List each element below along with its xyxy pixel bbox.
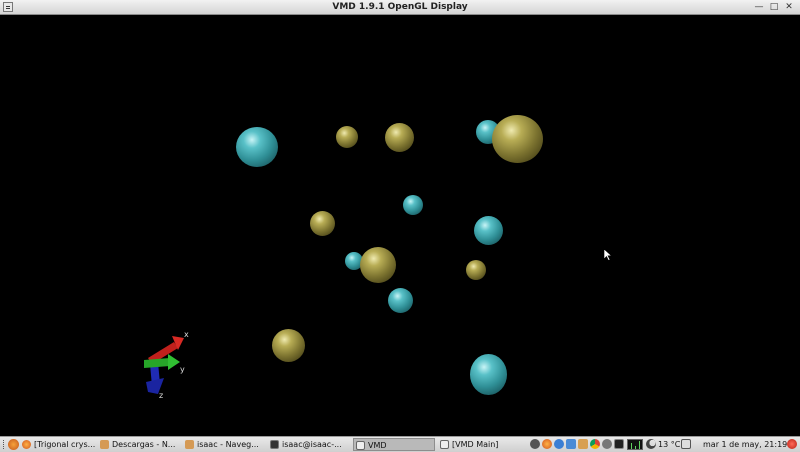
atom-sphere [336, 126, 358, 148]
network-icon[interactable] [566, 439, 576, 449]
minimize-button[interactable]: — [752, 0, 766, 14]
start-menu-icon[interactable] [8, 439, 19, 450]
window-icon [440, 440, 449, 449]
firefox-icon [22, 440, 31, 449]
x-axis-label: x [184, 330, 189, 339]
window-icon [356, 441, 365, 450]
browser-launcher-icon[interactable] [554, 439, 564, 449]
display-icon[interactable] [681, 439, 691, 449]
atom-sphere [388, 288, 413, 313]
task-label: [Trigonal crys... [34, 440, 96, 449]
task-label: isaac@isaac-... [282, 440, 342, 449]
task-button[interactable]: [VMD Main] [438, 438, 522, 451]
task-label: isaac - Naveg... [197, 440, 259, 449]
axes-indicator: x y z [144, 330, 189, 400]
task-label: [VMD Main] [452, 440, 499, 449]
task-label: VMD [368, 441, 387, 450]
atom-sphere [385, 123, 414, 152]
close-button[interactable]: ✕ [782, 0, 796, 14]
y-axis-label: y [180, 365, 185, 374]
firefox-launcher-icon[interactable] [542, 439, 552, 449]
clock[interactable]: mar 1 de may, 21:19 [703, 438, 787, 451]
atom-sphere [403, 195, 423, 215]
atom-sphere [492, 115, 543, 163]
atom-sphere [470, 354, 507, 395]
task-label: Descargas - N... [112, 440, 176, 449]
taskbar-handle-icon [3, 440, 6, 449]
folder-icon [100, 440, 109, 449]
atom-sphere [360, 247, 396, 283]
atom-sphere [474, 216, 503, 245]
opengl-viewport[interactable]: x y z [0, 15, 800, 436]
settings-icon[interactable] [530, 439, 540, 449]
z-axis-label: z [159, 391, 163, 400]
maximize-button[interactable]: □ [767, 0, 781, 14]
window-titlebar[interactable]: VMD 1.9.1 OpenGL Display — □ ✕ [0, 0, 800, 15]
task-button-active[interactable]: VMD [353, 438, 435, 451]
moon-weather-icon [646, 439, 656, 449]
atom-sphere [466, 260, 486, 280]
task-button[interactable]: Descargas - N... [98, 438, 178, 451]
mouse-cursor-icon [604, 249, 612, 261]
task-button[interactable]: [Trigonal crys... [20, 438, 96, 451]
atom-sphere [272, 329, 305, 362]
search-icon[interactable] [602, 439, 612, 449]
cpu-monitor-graph [627, 439, 643, 450]
folder-launcher-icon[interactable] [578, 439, 588, 449]
folder-icon [185, 440, 194, 449]
task-button[interactable]: isaac@isaac-... [268, 438, 348, 451]
atom-sphere [310, 211, 335, 236]
taskbar: [Trigonal crys... Descargas - N... isaac… [0, 436, 800, 452]
terminal-icon [270, 440, 279, 449]
atom-sphere [236, 127, 278, 167]
chrome-launcher-icon[interactable] [590, 439, 600, 449]
terminal-launcher-icon[interactable] [614, 439, 624, 449]
power-icon[interactable] [787, 439, 797, 449]
weather-temperature[interactable]: 13 °C [658, 438, 680, 451]
task-button[interactable]: isaac - Naveg... [183, 438, 263, 451]
window-title: VMD 1.9.1 OpenGL Display [332, 2, 468, 12]
